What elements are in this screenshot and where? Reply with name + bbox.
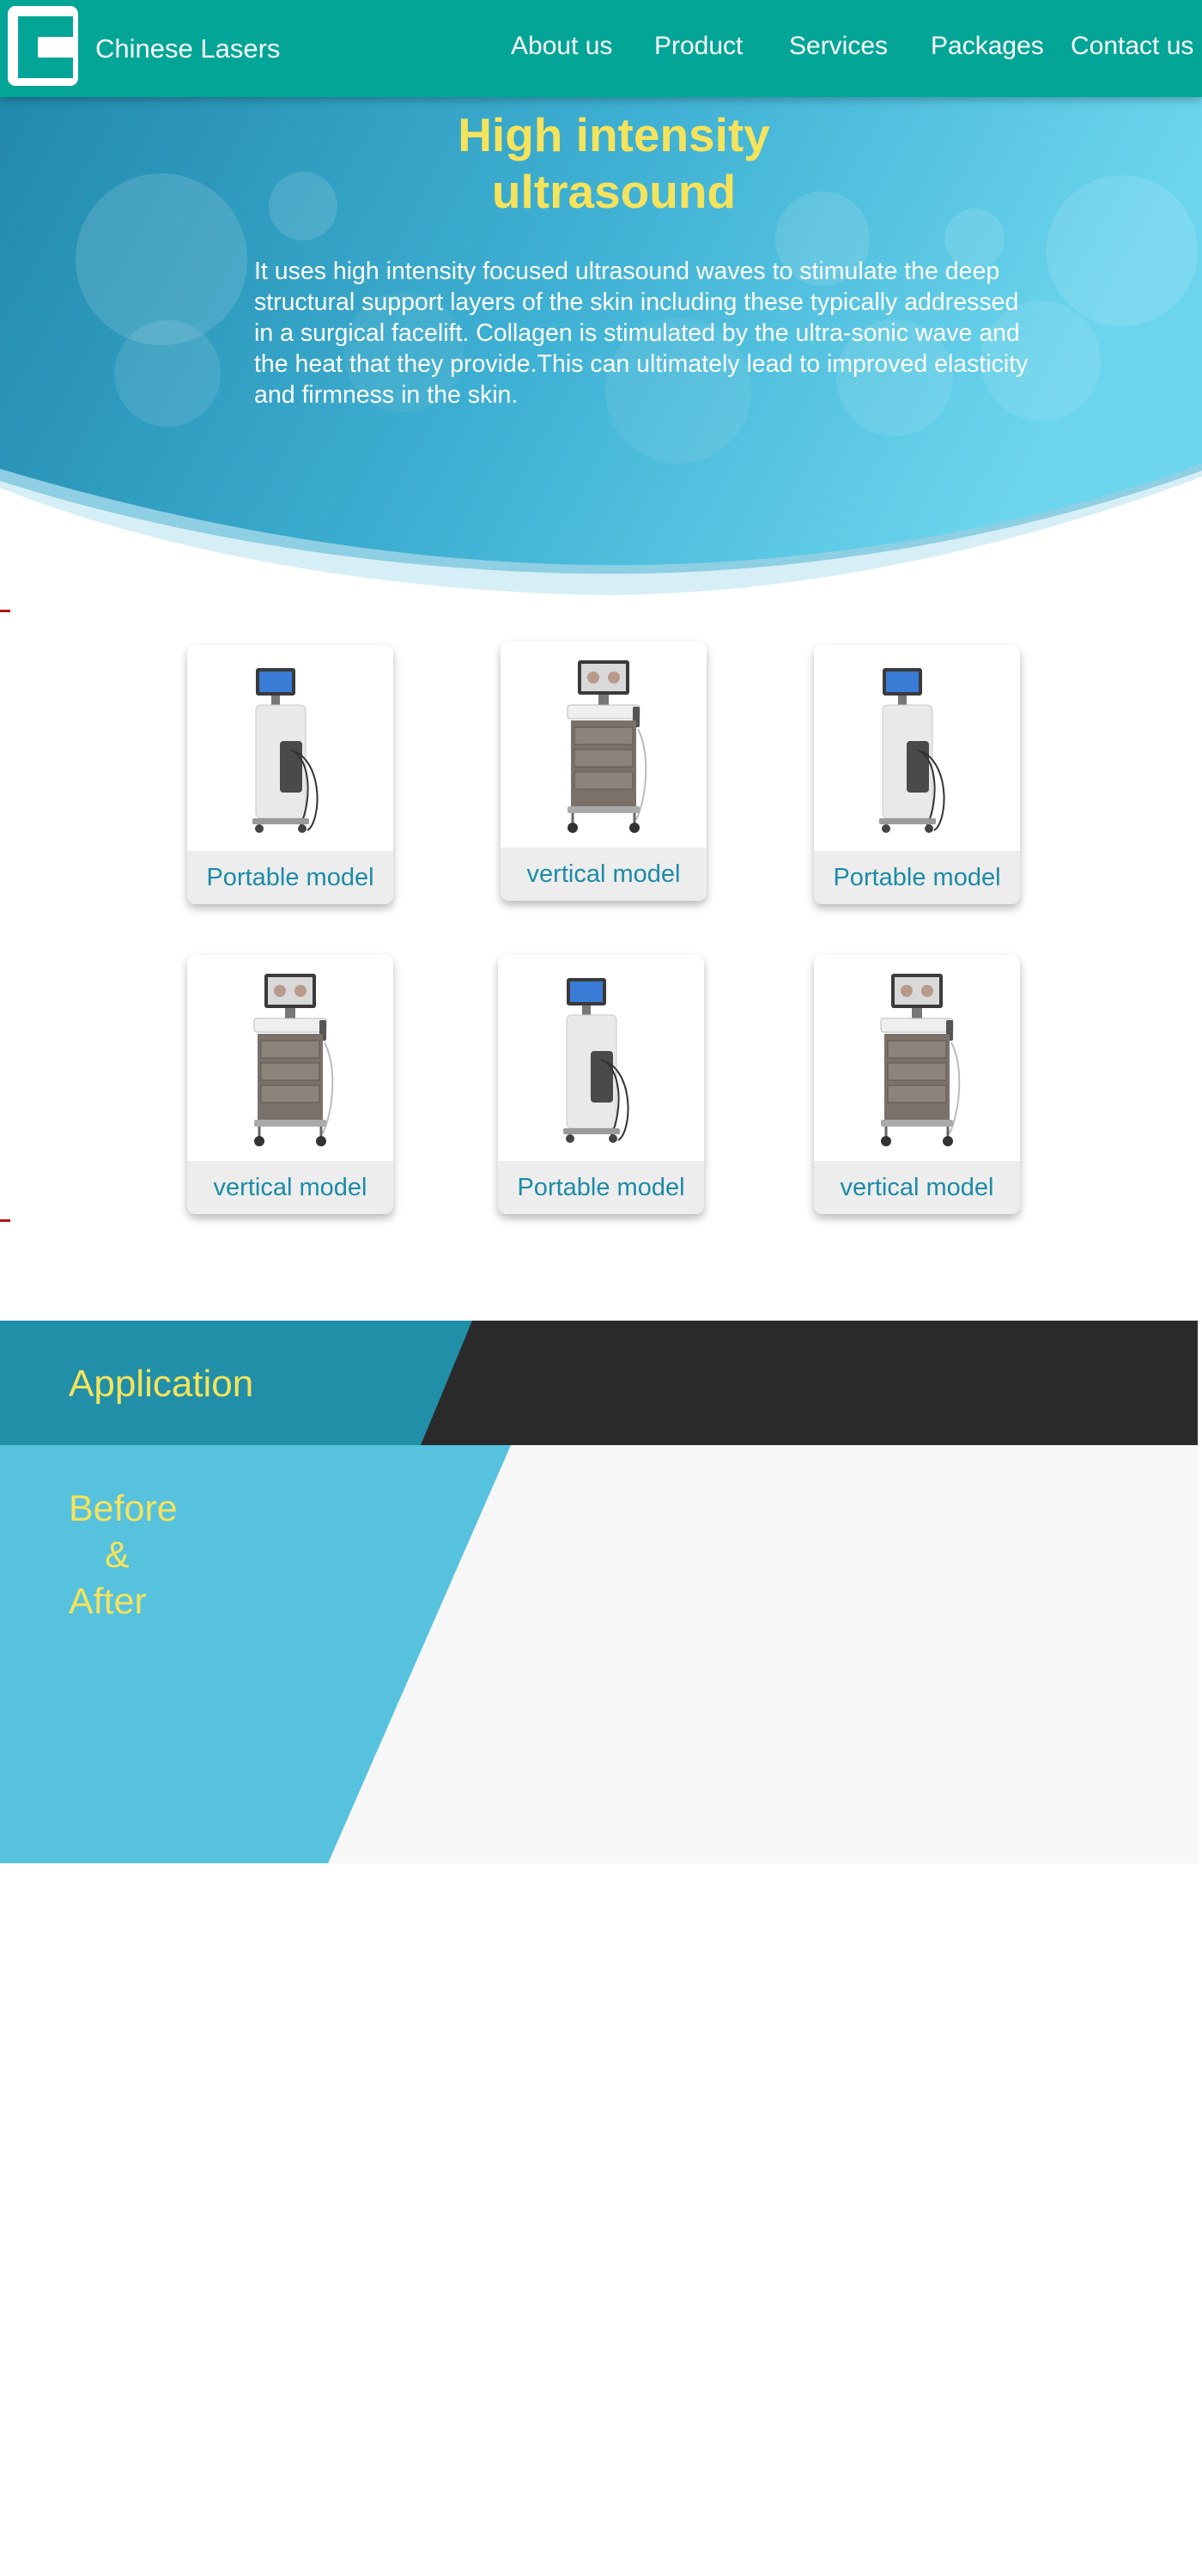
portable-device-icon <box>879 668 945 833</box>
product-card[interactable]: vertical model <box>814 955 1020 1214</box>
product-label: Portable model <box>187 851 393 904</box>
product-label: vertical model <box>187 1161 393 1214</box>
portable-device-icon <box>252 668 319 833</box>
product-image <box>814 955 1020 1161</box>
product-label: vertical model <box>814 1161 1020 1214</box>
product-card[interactable]: Portable model <box>814 645 1020 904</box>
product-label: vertical model <box>501 848 707 901</box>
site-title[interactable]: Chinese Lasers <box>95 32 280 66</box>
nav-contact-us[interactable]: Contact us <box>1071 29 1193 64</box>
nav-services[interactable]: Services <box>789 29 888 64</box>
product-card[interactable]: vertical model <box>187 955 393 1214</box>
nav-about-us[interactable]: About us <box>511 29 612 64</box>
vertical-device-icon <box>880 974 961 1146</box>
application-title: Application <box>69 1363 254 1405</box>
product-label: Portable model <box>498 1161 704 1214</box>
product-image <box>187 645 393 851</box>
ampersand-label: & <box>105 1534 130 1576</box>
before-label: Before <box>69 1488 178 1529</box>
logo[interactable] <box>8 6 78 86</box>
portable-device-icon <box>563 978 629 1143</box>
after-label: After <box>69 1581 147 1622</box>
product-card[interactable]: Portable model <box>187 645 393 904</box>
product-image <box>501 641 707 848</box>
product-image <box>814 645 1020 851</box>
vertical-device-icon <box>567 660 647 833</box>
product-label: Portable model <box>814 851 1020 904</box>
product-image <box>498 955 704 1161</box>
site-header: Chinese Lasers About us Product Services… <box>0 0 1202 97</box>
logo-c-icon <box>18 16 73 78</box>
hero-description: It uses high intensity focused ultrasoun… <box>254 258 1029 409</box>
hero-title: High intensity ultrasound <box>458 108 770 218</box>
vertical-device-icon <box>253 974 334 1146</box>
product-image <box>187 955 393 1161</box>
product-card[interactable]: Portable model <box>498 955 704 1214</box>
nav-product[interactable]: Product <box>654 29 743 64</box>
product-card[interactable]: vertical model <box>501 641 707 901</box>
nav-packages[interactable]: Packages <box>931 29 1044 64</box>
edge-marker <box>0 610 10 612</box>
before-after-title: Before & After <box>69 1485 206 1625</box>
edge-marker <box>0 1219 10 1222</box>
